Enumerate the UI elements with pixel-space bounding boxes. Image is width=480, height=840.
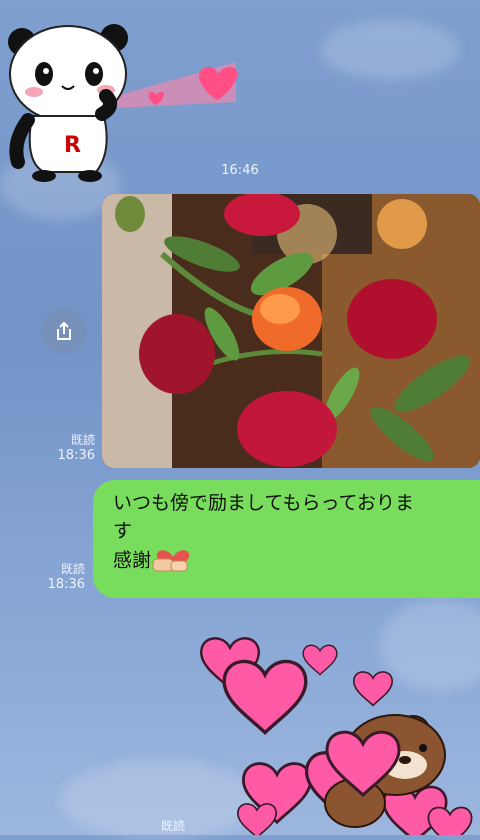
read-label: 既読 xyxy=(160,819,185,833)
flower-photo[interactable] xyxy=(102,194,480,468)
time-divider: 16:46 xyxy=(221,163,259,178)
message-text-line3: 感謝 xyxy=(113,549,152,572)
message-time: 18:36 xyxy=(47,577,85,592)
message-time: 18:36 xyxy=(57,448,95,463)
photo-read-receipt: 既読 18:36 xyxy=(50,432,95,464)
message-text-line2: す xyxy=(113,520,133,542)
bottom-read-receipt: 既読 xyxy=(140,818,185,834)
share-button[interactable] xyxy=(41,308,87,354)
message-text-line3-wrap: 感謝 xyxy=(113,545,464,577)
hug-emoji xyxy=(152,550,190,572)
cloud xyxy=(320,20,460,80)
text-read-receipt: 既読 18:36 xyxy=(40,561,85,593)
svg-text:R: R xyxy=(64,133,81,158)
read-label: 既読 xyxy=(70,433,95,447)
panda-sticker[interactable]: R xyxy=(4,12,244,182)
message-bubble[interactable]: いつも傍で励ましてもらっておりま す 感謝 xyxy=(93,480,480,598)
message-text-line1: いつも傍で励ましてもらっておりま xyxy=(113,492,414,514)
share-icon xyxy=(57,321,71,340)
bear-hearts-sticker[interactable] xyxy=(195,625,480,835)
read-label: 既読 xyxy=(60,562,85,576)
